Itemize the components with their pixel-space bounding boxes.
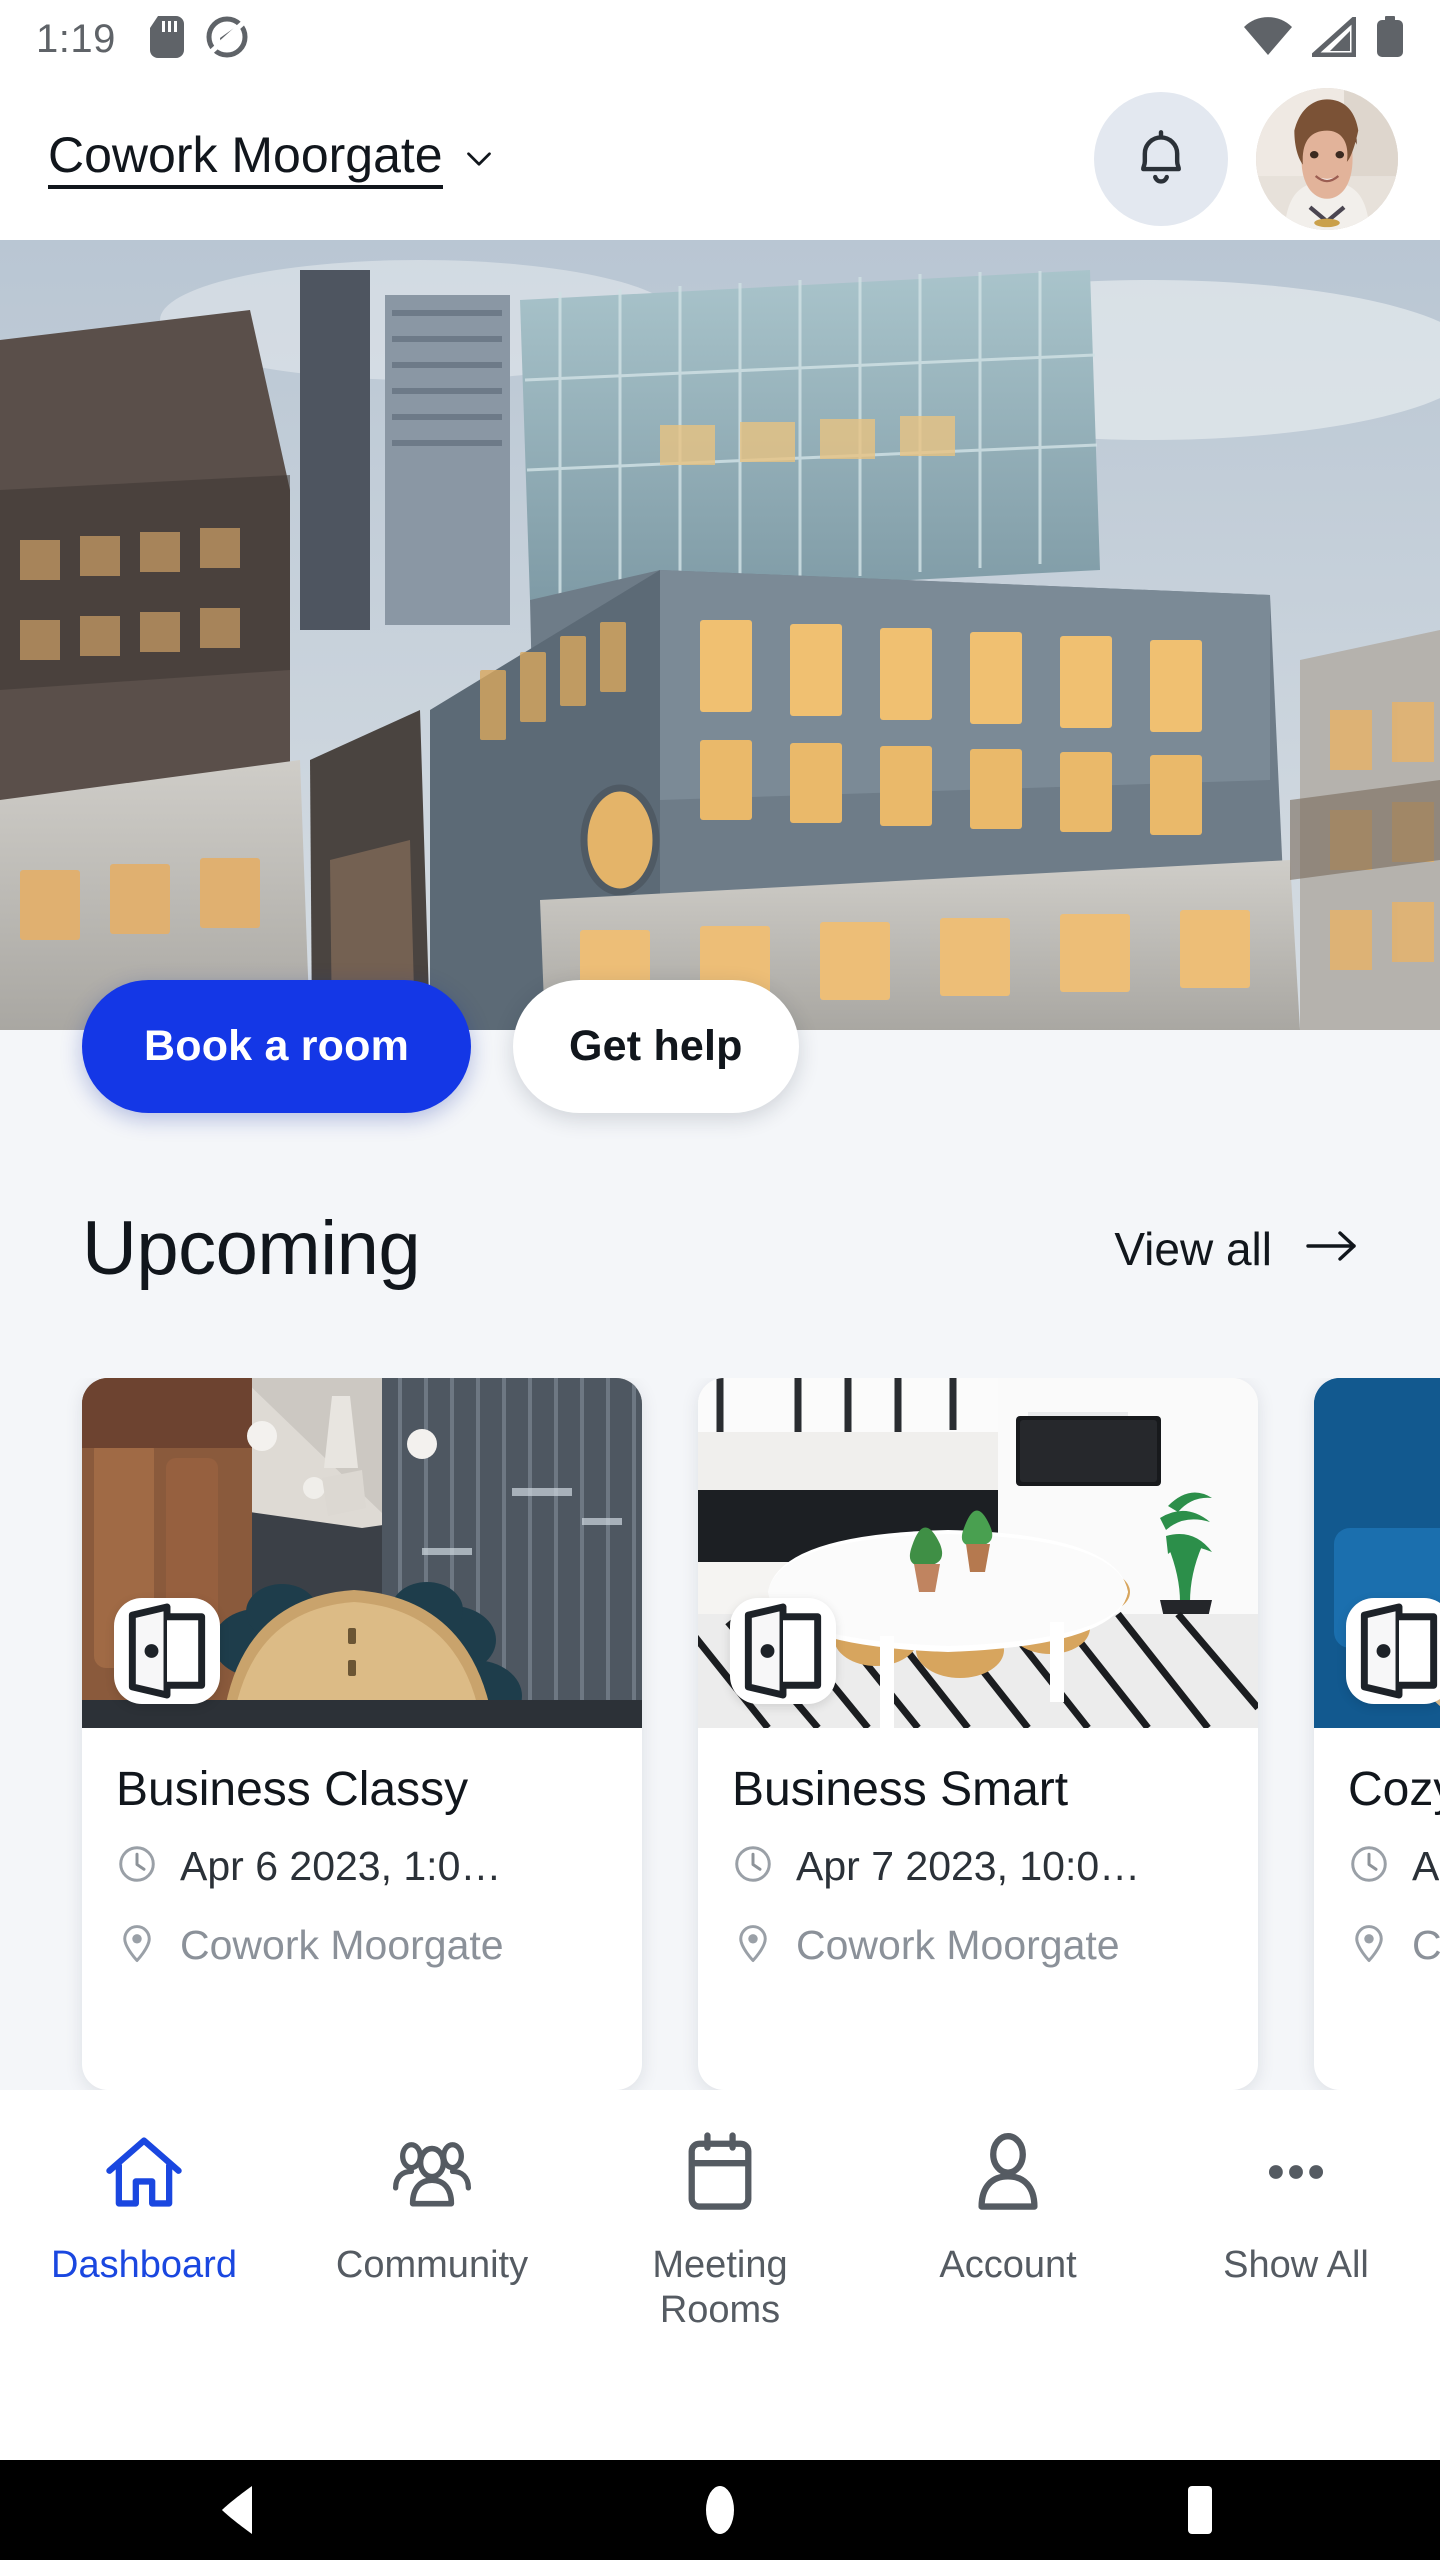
view-all-label: View all — [1114, 1222, 1272, 1275]
card-time: A — [1348, 1843, 1440, 1890]
status-left-icons — [149, 15, 248, 63]
card-image — [82, 1378, 642, 1728]
location-pin-icon — [732, 1922, 774, 1969]
list-item[interactable]: Business Classy Apr 6 2023, 1:0… Cowork … — [82, 1378, 642, 2090]
card-time: Apr 7 2023, 10:0… — [732, 1843, 1224, 1890]
card-location: C — [1348, 1922, 1440, 1969]
nav-item-show-all[interactable]: Show All — [1152, 2128, 1440, 2288]
nav-label-show-all: Show All — [1223, 2244, 1369, 2286]
card-time: Apr 6 2023, 1:0… — [116, 1843, 608, 1890]
card-location: Cowork Moorgate — [732, 1922, 1224, 1969]
card-time-text: Apr 7 2023, 10:0… — [796, 1843, 1141, 1889]
home-icon — [100, 2128, 188, 2221]
card-location-text: C — [1412, 1922, 1440, 1968]
open-door-icon — [1346, 1598, 1440, 1704]
nav-label-account: Account — [939, 2244, 1077, 2286]
card-image — [698, 1378, 1258, 1728]
app-screen: 1:19 Cowork Moorgate Book a room Get hel… — [0, 0, 1440, 2560]
nav-label-dashboard: Dashboard — [51, 2244, 237, 2286]
wifi-icon — [1244, 16, 1292, 62]
location-pin-icon — [1348, 1922, 1390, 1969]
sd-card-icon — [149, 15, 184, 63]
recents-square-icon[interactable] — [1100, 2483, 1300, 2537]
clock-icon — [732, 1843, 774, 1890]
cta-buttons: Book a room Get help — [82, 980, 799, 1113]
nav-item-dashboard[interactable]: Dashboard — [0, 2128, 288, 2288]
calendar-icon — [676, 2128, 764, 2221]
card-body: Business Smart Apr 7 2023, 10:0… Cowork … — [698, 1728, 1258, 1969]
list-item[interactable]: Cozy A C — [1314, 1378, 1440, 2090]
card-location: Cowork Moorgate — [116, 1922, 608, 1969]
clock-icon — [1348, 1843, 1390, 1890]
status-bar: 1:19 — [0, 0, 1440, 78]
location-pin-icon — [116, 1922, 158, 1969]
chevron-down-icon — [461, 141, 497, 177]
list-item[interactable]: Business Smart Apr 7 2023, 10:0… Cowork … — [698, 1378, 1258, 2090]
card-time-text: Apr 6 2023, 1:0… — [180, 1843, 502, 1889]
hero-image — [0, 240, 1440, 1030]
bell-icon — [1132, 127, 1190, 192]
nav-item-community[interactable]: Community — [288, 2128, 576, 2288]
android-system-nav — [0, 2460, 1440, 2560]
screen-capture-icon — [206, 16, 248, 63]
page-title: Upcoming — [82, 1206, 421, 1291]
card-image — [1314, 1378, 1440, 1728]
upcoming-bookings-carousel[interactable]: Business Classy Apr 6 2023, 1:0… Cowork … — [0, 1378, 1440, 2090]
header-actions — [1094, 88, 1410, 230]
open-door-icon — [114, 1598, 220, 1704]
venue-selector[interactable]: Cowork Moorgate — [48, 129, 497, 190]
arrow-right-icon — [1306, 1228, 1358, 1269]
card-time-text: A — [1412, 1843, 1440, 1889]
venue-name: Cowork Moorgate — [48, 129, 443, 190]
card-title: Business Classy — [116, 1763, 469, 1816]
person-icon — [964, 2128, 1052, 2221]
view-all-link[interactable]: View all — [1114, 1222, 1358, 1276]
status-time: 1:19 — [36, 16, 116, 61]
card-location-text: Cowork Moorgate — [796, 1922, 1120, 1968]
book-a-room-button[interactable]: Book a room — [82, 980, 472, 1113]
back-triangle-icon[interactable] — [140, 2484, 340, 2536]
nav-label-meeting-rooms: Meeting Rooms — [652, 2244, 788, 2331]
nav-item-account[interactable]: Account — [864, 2128, 1152, 2288]
status-right-icons — [1244, 12, 1404, 63]
nav-label-community: Community — [335, 2244, 529, 2286]
card-title: Cozy — [1348, 1763, 1440, 1816]
upcoming-section-header: Upcoming View all — [0, 1205, 1440, 1292]
card-location-text: Cowork Moorgate — [180, 1922, 504, 1968]
avatar[interactable] — [1256, 88, 1398, 230]
card-body: Business Classy Apr 6 2023, 1:0… Cowork … — [82, 1728, 642, 1969]
battery-icon — [1376, 15, 1404, 63]
cellular-signal-icon — [1307, 12, 1357, 62]
people-icon — [388, 2128, 476, 2221]
card-body: Cozy A C — [1314, 1728, 1440, 1969]
app-header: Cowork Moorgate — [0, 78, 1440, 240]
clock-icon — [116, 1843, 158, 1890]
get-help-button[interactable]: Get help — [513, 980, 799, 1113]
nav-item-meeting-rooms[interactable]: Meeting Rooms — [576, 2128, 864, 2333]
home-circle-icon[interactable] — [620, 2483, 820, 2537]
card-title: Business Smart — [732, 1763, 1069, 1816]
notifications-button[interactable] — [1094, 92, 1228, 226]
bottom-navigation: Dashboard Community Meeting Rooms Accoun… — [0, 2090, 1440, 2460]
ellipsis-icon — [1252, 2128, 1340, 2221]
open-door-icon — [730, 1598, 836, 1704]
